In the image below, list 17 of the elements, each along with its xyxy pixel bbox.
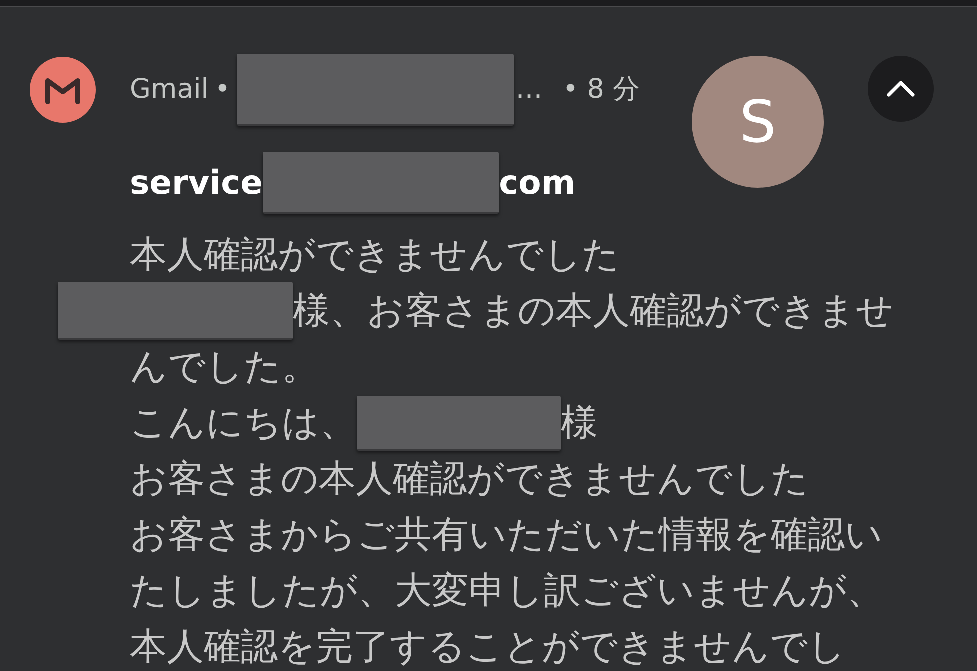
sender-text: com: [499, 162, 576, 204]
chevron-up-icon: [886, 80, 916, 98]
message-line: こんにちは、: [130, 400, 357, 446]
message-line: たしましたが、大変申し訳ございませんが、: [130, 568, 884, 614]
message-line: 様: [561, 400, 598, 446]
message-line: 本人確認ができませんでした: [130, 232, 620, 278]
message-line: んでした。: [130, 344, 319, 390]
message-line: お客さまの本人確認ができませんでした: [130, 456, 809, 502]
message-line: 本人確認を完了することができませんでし: [130, 624, 846, 670]
app-name: Gmail: [130, 72, 209, 107]
separator-dot: •: [214, 72, 231, 107]
message-line: お客さまからご共有いただいた情報を確認い: [130, 512, 883, 558]
sender-text: service: [130, 162, 264, 204]
message-line: 様、お客さまの本人確認ができませ: [293, 288, 894, 334]
avatar: S: [692, 56, 824, 188]
time-ago: • 8 分: [562, 72, 640, 107]
truncation-ellipsis: …: [516, 72, 543, 107]
